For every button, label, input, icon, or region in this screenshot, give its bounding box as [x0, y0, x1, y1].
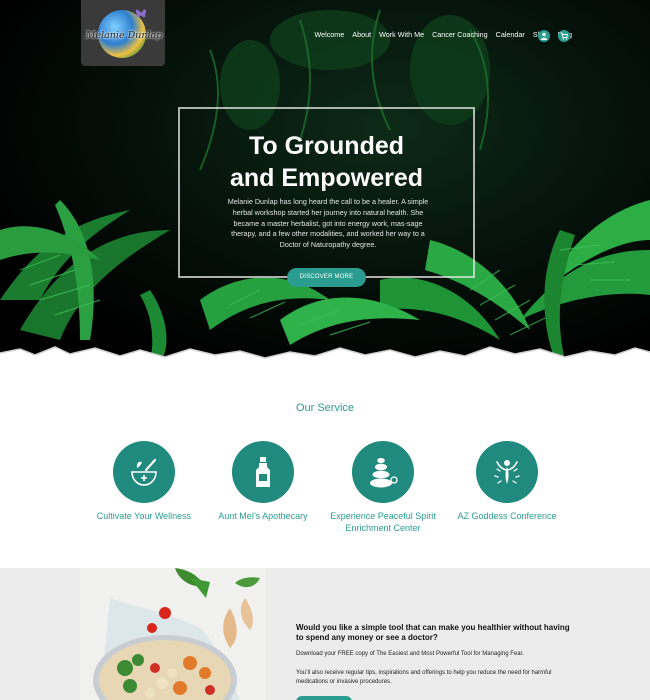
nav-work-with-me[interactable]: Work With Me: [379, 30, 424, 39]
food-illustration: [93, 568, 260, 700]
service-item-peaceful-spirit[interactable]: Experience Peaceful Spirit Enrichment Ce…: [313, 441, 453, 534]
logo-text: Melanie Dunlap: [85, 30, 163, 41]
hero-section: Melanie Dunlap Welcome About Work With M…: [0, 0, 650, 362]
bottle-icon: [256, 457, 270, 487]
cta-paragraph-tips: You’ll also receive regular tips, inspir…: [296, 670, 552, 685]
service-item-apothecary[interactable]: Aunt Mel’s Apothecary: [193, 441, 333, 523]
account-button[interactable]: [538, 30, 550, 42]
service-label: AZ Goddess Conference: [457, 511, 557, 521]
nav-about[interactable]: About: [352, 30, 371, 39]
service-label: Aunt Mel’s Apothecary: [218, 511, 308, 521]
cart-icon: [560, 32, 568, 40]
services-title: Our Service: [295, 402, 355, 414]
food-bowl-image: [80, 568, 266, 700]
cta-paragraph-download: Download your FREE copy of The Easiest a…: [296, 651, 524, 657]
nav-cancer-coaching[interactable]: Cancer Coaching: [432, 30, 488, 39]
butterfly-icon: [135, 9, 147, 18]
stones-icon: [370, 457, 398, 488]
cart-button[interactable]: [558, 30, 570, 42]
cta-button[interactable]: [296, 696, 352, 700]
service-icon-circle: [476, 441, 538, 503]
hero-title-line1: To Grounded: [248, 132, 405, 160]
service-icon-circle: [113, 441, 175, 503]
logo[interactable]: Melanie Dunlap: [81, 0, 165, 66]
service-item-goddess-conference[interactable]: AZ Goddess Conference: [437, 441, 577, 523]
discover-more-button[interactable]: DISCOVER MORE: [287, 268, 366, 287]
service-icon-circle: [232, 441, 294, 503]
hero-title-line2: and Empowered: [229, 164, 424, 192]
hero-title: To Grounded and Empowered: [178, 130, 475, 194]
service-label: Experience Peaceful Spirit Enrichment Ce…: [330, 511, 436, 533]
goddess-icon: [494, 460, 520, 484]
nav-calendar[interactable]: Calendar: [496, 30, 525, 39]
torn-edge-divider: [0, 346, 650, 375]
page: Melanie Dunlap Welcome About Work With M…: [0, 0, 650, 700]
main-nav: Welcome About Work With Me Cancer Coachi…: [314, 30, 572, 39]
service-icon-circle: [352, 441, 414, 503]
cta-heading: Would you like a simple tool that can ma…: [296, 623, 570, 642]
nav-welcome[interactable]: Welcome: [314, 30, 344, 39]
hero-body: Melanie Dunlap has long heard the call t…: [227, 197, 429, 250]
user-icon: [540, 32, 548, 40]
mortar-pestle-icon: [131, 458, 157, 486]
